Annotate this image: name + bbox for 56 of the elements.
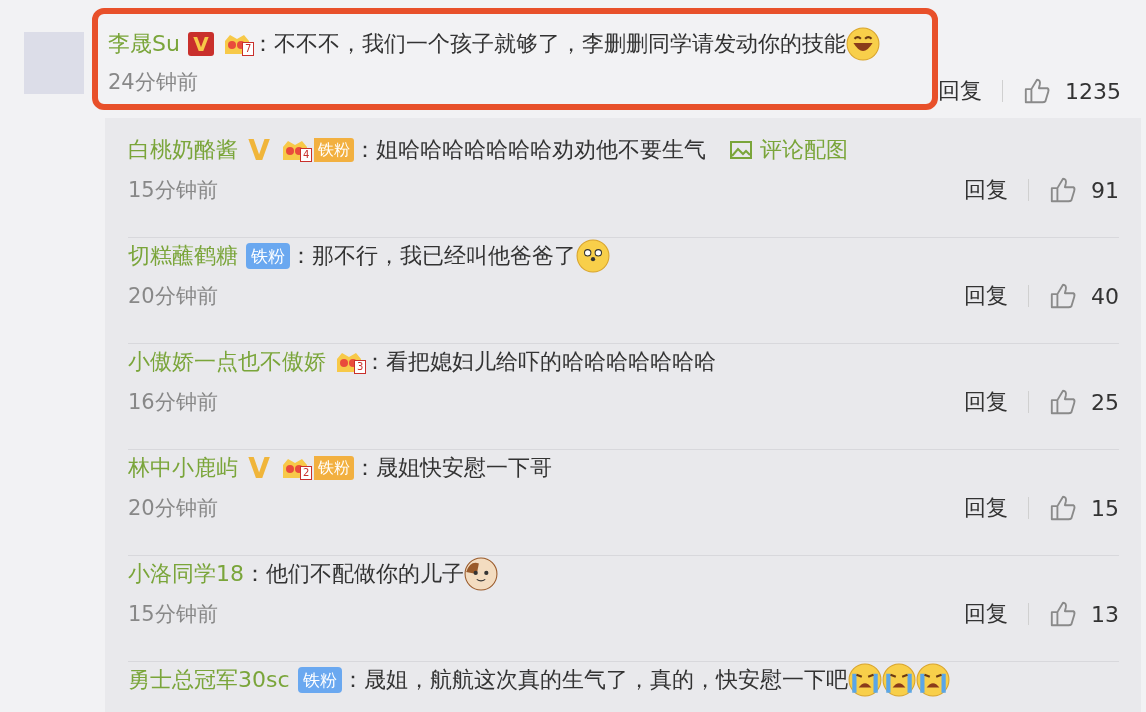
like-count: 91 [1091,177,1119,203]
reply-link[interactable]: 回复 [938,76,982,106]
verified-label: V [247,138,271,162]
crying-face-icon [847,663,882,697]
comment-text: ：看把媳妇儿给吓的哈哈哈哈哈哈哈 [364,348,716,376]
like-count: 40 [1091,283,1119,309]
timestamp: 16分钟前 [128,389,218,416]
image-icon [730,140,752,160]
comment-text: ：那不行，我已经叫他爸爸了 [290,242,576,270]
fan-badge: 铁粉 [297,667,342,693]
username-link[interactable]: 李晟Su [108,29,180,59]
reply-link[interactable]: 回复 [964,387,1008,417]
timestamp: 20分钟前 [128,495,218,522]
image-link-label[interactable]: 评论配图 [760,135,848,165]
reply-link[interactable]: 回复 [964,599,1008,629]
username-link[interactable]: 勇士总冠军30sc [128,665,290,695]
image-link[interactable]: 评论配图 [730,135,848,165]
comment-text: ：姐哈哈哈哈哈哈哈劝劝他不要生气 [354,136,706,164]
timestamp: 24分钟前 [108,69,199,96]
like-count: 1235 [1065,78,1121,104]
thumbs-up-icon[interactable] [1023,77,1051,105]
thumbs-up-icon[interactable] [1049,282,1077,310]
verified-label: V [247,456,271,480]
comment-text: ：晟姐快安慰一下哥 [354,454,552,482]
username-link[interactable]: 白桃奶酪酱 [128,135,238,165]
fan-badge: 铁粉 [246,243,290,269]
crying-face-icon [915,663,950,697]
like-count: 15 [1091,495,1119,521]
username-link[interactable]: 林中小鹿屿 [128,453,238,483]
thumbs-up-icon[interactable] [1049,176,1077,204]
reply-link[interactable]: 回复 [964,175,1008,205]
fan-badge: 铁粉 [314,138,354,162]
comment-text: ：他们不配做你的儿子 [244,560,464,588]
cat-face-icon [464,557,498,591]
reply-link[interactable]: 回复 [964,281,1008,311]
crying-face-icon [881,663,916,697]
level-number: 4 [300,148,313,162]
username-link[interactable]: 小洛同学18 [128,559,244,589]
thumbs-up-icon[interactable] [1049,600,1077,628]
verified-label: V [187,32,214,56]
timestamp: 15分钟前 [128,177,218,204]
level-number: 3 [354,360,367,374]
username-link[interactable]: 小傲娇一点也不傲娇 [128,347,326,377]
thumbs-up-icon[interactable] [1049,494,1077,522]
dog-face-icon [576,239,610,273]
reply-link[interactable]: 回复 [964,493,1008,523]
timestamp: 20分钟前 [128,283,218,310]
comment-text: ：晟姐，航航这次真的生气了，真的，快安慰一下吧 [341,666,848,694]
laughing-face-icon [845,27,880,61]
level-number: 2 [300,466,313,480]
thumbs-up-icon[interactable] [1049,388,1077,416]
fan-badge: 铁粉 [314,456,354,480]
like-count: 13 [1091,601,1119,627]
timestamp: 15分钟前 [128,601,218,628]
username-link[interactable]: 切糕蘸鹤糖 [128,241,238,271]
like-count: 25 [1091,389,1119,415]
